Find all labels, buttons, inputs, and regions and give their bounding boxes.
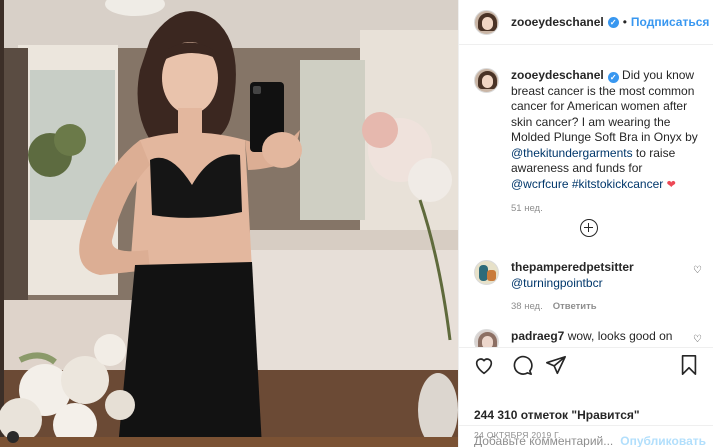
- add-comment-bar: Добавьте комментарий... Опубликовать: [459, 425, 713, 447]
- likes-count[interactable]: 244 310 отметок "Нравится": [474, 408, 640, 422]
- comment-body: thepamperedpetsitter @turningpointbcr 38…: [511, 260, 681, 315]
- commenter-avatar[interactable]: [474, 329, 499, 347]
- comment-username[interactable]: thepamperedpetsitter: [511, 260, 634, 274]
- comment-username[interactable]: padraeg7: [511, 329, 564, 343]
- share-icon[interactable]: [545, 354, 567, 379]
- hashtag-link[interactable]: #kitstokickcancer: [572, 177, 663, 191]
- post-panel: zooeydeschanel ✓ • Подписаться zooeydesc…: [458, 0, 713, 447]
- reply-button[interactable]: Ответить: [553, 301, 597, 312]
- heart-icon[interactable]: [473, 354, 495, 379]
- post-header: zooeydeschanel ✓ • Подписаться: [459, 0, 713, 45]
- caption-body: zooeydeschanel ✓ Did you know breast canc…: [511, 68, 701, 217]
- post-photo[interactable]: [0, 0, 458, 447]
- comment-meta: 38 нед. Ответить: [511, 299, 681, 315]
- mention-link[interactable]: @wcrfcure: [511, 177, 569, 191]
- comment-text: wow, looks good on: [567, 329, 673, 343]
- post-caption: zooeydeschanel ✓ Did you know breast canc…: [459, 46, 713, 217]
- comment-item: padraeg7 wow, looks good on ♡: [474, 329, 702, 347]
- verified-badge-icon: ✓: [607, 16, 619, 28]
- mention-link[interactable]: @thekitundergarments: [511, 146, 633, 160]
- commenter-avatar[interactable]: [474, 260, 499, 285]
- comment-like-heart-icon[interactable]: ♡: [693, 334, 702, 345]
- comment-like-heart-icon[interactable]: ♡: [693, 265, 702, 276]
- bookmark-icon[interactable]: [678, 354, 700, 379]
- comments-area[interactable]: zooeydeschanel ✓ Did you know breast canc…: [459, 46, 713, 347]
- add-comment-input[interactable]: Добавьте комментарий...: [474, 434, 613, 447]
- follow-button[interactable]: Подписаться: [631, 15, 709, 29]
- publish-button[interactable]: Опубликовать: [620, 434, 706, 447]
- caption-age: 51 нед.: [511, 203, 543, 214]
- mirror-selfie-image: [0, 0, 458, 447]
- action-icons: [471, 354, 703, 380]
- caption-avatar[interactable]: [474, 68, 499, 93]
- comment-age: 38 нед.: [511, 301, 543, 312]
- separator-dot: •: [622, 15, 627, 29]
- comment-item: thepamperedpetsitter @turningpointbcr 38…: [474, 260, 702, 315]
- comment-body: padraeg7 wow, looks good on: [511, 329, 681, 347]
- comment-icon[interactable]: [511, 354, 533, 379]
- verified-badge-icon: ✓: [607, 72, 619, 83]
- caption-username[interactable]: zooeydeschanel: [511, 68, 604, 82]
- mention-link[interactable]: @turningpointbcr: [511, 276, 603, 290]
- author-avatar[interactable]: [474, 9, 499, 35]
- author-username[interactable]: zooeydeschanel: [511, 15, 604, 29]
- load-more-comments-icon[interactable]: [580, 219, 598, 237]
- red-heart-emoji-icon: ❤: [666, 178, 676, 191]
